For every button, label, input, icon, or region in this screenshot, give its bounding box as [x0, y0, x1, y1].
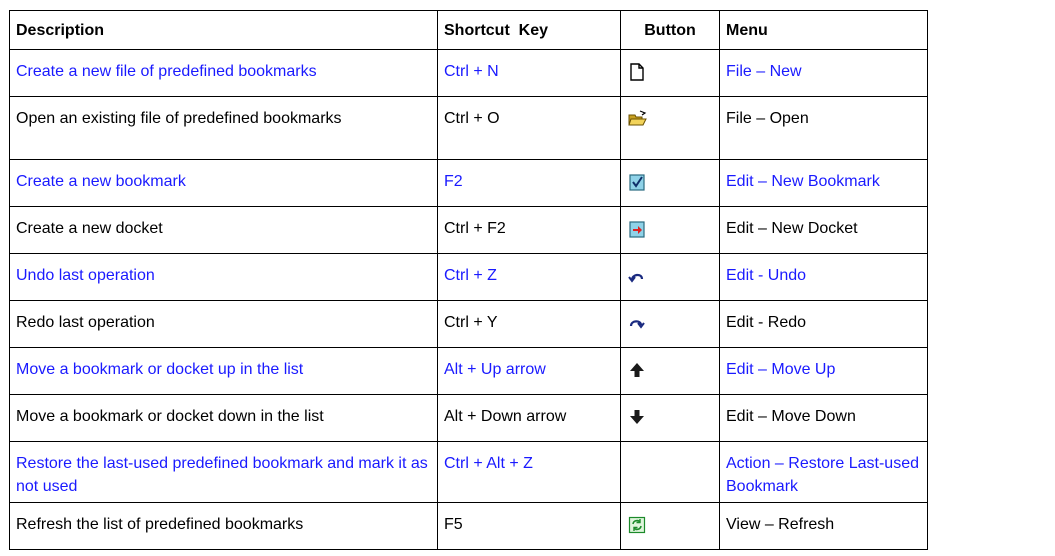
empty-button-cell — [620, 441, 720, 503]
row-description: Move a bookmark or docket down in the li… — [9, 394, 438, 442]
redo-icon[interactable] — [627, 313, 647, 333]
undo-icon[interactable] — [627, 266, 647, 286]
shortcuts-table: Description Shortcut Key Button Menu Cre… — [9, 10, 928, 550]
row-description: Create a new docket — [9, 206, 438, 254]
table-row: Create a new bookmark F2 Edit – New Book… — [9, 159, 928, 207]
row-menu: Edit – Move Down — [719, 394, 928, 442]
row-shortcut[interactable]: Alt + Up arrow — [437, 347, 621, 395]
table-row: Restore the last-used predefined bookmar… — [9, 441, 928, 503]
header-button: Button — [620, 10, 720, 50]
table-row: Create a new docket Ctrl + F2 Edit – New… — [9, 206, 928, 254]
new-bookmark-icon[interactable] — [627, 172, 647, 192]
table-row: Move a bookmark or docket down in the li… — [9, 394, 928, 442]
table-row: Move a bookmark or docket up in the list… — [9, 347, 928, 395]
row-menu[interactable]: Edit – Move Up — [719, 347, 928, 395]
row-description[interactable]: Restore the last-used predefined bookmar… — [9, 441, 438, 503]
table-row: Redo last operation Ctrl + Y Edit - Redo — [9, 300, 928, 348]
row-description[interactable]: Move a bookmark or docket up in the list — [9, 347, 438, 395]
header-description: Description — [9, 10, 438, 50]
row-shortcut: Ctrl + O — [437, 96, 621, 160]
table-row: Create a new file of predefined bookmark… — [9, 49, 928, 97]
row-description[interactable]: Undo last operation — [9, 253, 438, 301]
row-shortcut[interactable]: Ctrl + Alt + Z — [437, 441, 621, 503]
table-row: Refresh the list of predefined bookmarks… — [9, 502, 928, 550]
row-menu[interactable]: Action – Restore Last-used Bookmark — [719, 441, 928, 503]
row-shortcut: Alt + Down arrow — [437, 394, 621, 442]
row-shortcut: Ctrl + Y — [437, 300, 621, 348]
row-menu: File – Open — [719, 96, 928, 160]
refresh-icon[interactable] — [627, 515, 647, 535]
table-row: Open an existing file of predefined book… — [9, 96, 928, 160]
row-shortcut: Ctrl + F2 — [437, 206, 621, 254]
row-description[interactable]: Create a new bookmark — [9, 159, 438, 207]
table-row: Undo last operation Ctrl + Z Edit - Undo — [9, 253, 928, 301]
row-description: Refresh the list of predefined bookmarks — [9, 502, 438, 550]
row-shortcut[interactable]: Ctrl + N — [437, 49, 621, 97]
row-shortcut: F5 — [437, 502, 621, 550]
row-description: Open an existing file of predefined book… — [9, 96, 438, 160]
header-shortcut: Shortcut Key — [437, 10, 621, 50]
arrow-down-icon[interactable] — [627, 407, 647, 427]
header-menu: Menu — [719, 10, 928, 50]
row-shortcut[interactable]: Ctrl + Z — [437, 253, 621, 301]
row-menu[interactable]: Edit - Undo — [719, 253, 928, 301]
open-folder-icon[interactable] — [627, 109, 647, 129]
arrow-up-icon[interactable] — [627, 360, 647, 380]
row-description: Redo last operation — [9, 300, 438, 348]
header-row: Description Shortcut Key Button Menu — [9, 10, 928, 50]
row-shortcut[interactable]: F2 — [437, 159, 621, 207]
row-menu[interactable]: File – New — [719, 49, 928, 97]
row-menu: View – Refresh — [719, 502, 928, 550]
row-menu[interactable]: Edit – New Bookmark — [719, 159, 928, 207]
row-description[interactable]: Create a new file of predefined bookmark… — [9, 49, 438, 97]
row-menu: Edit - Redo — [719, 300, 928, 348]
row-menu: Edit – New Docket — [719, 206, 928, 254]
new-docket-icon[interactable] — [627, 219, 647, 239]
new-file-icon[interactable] — [627, 62, 647, 82]
